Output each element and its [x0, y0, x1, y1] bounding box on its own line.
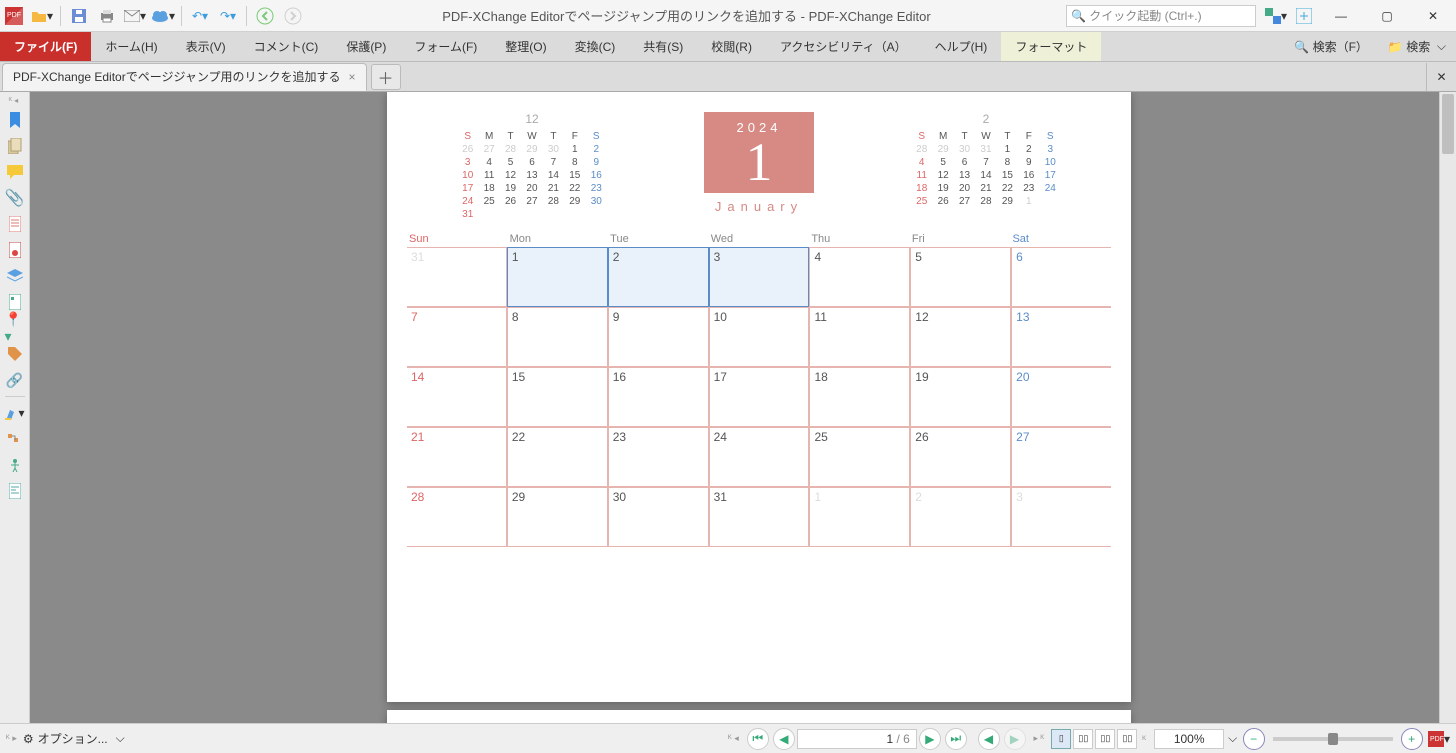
mail-icon[interactable]: ▾ [123, 4, 147, 28]
cert-icon[interactable] [5, 240, 25, 260]
app-icon: PDF [2, 4, 26, 28]
mini-cal-next: 2 SMTWTFS2829303112345678910111213141516… [911, 112, 1061, 221]
view-continuous-button[interactable]: ▯▯ [1073, 729, 1093, 749]
pdf-page-1: 12 SMTWTFS262728293012345678910111213141… [387, 92, 1131, 702]
doc-icon[interactable] [5, 214, 25, 234]
tab-accessibility[interactable]: アクセシビリティ（A） [766, 32, 921, 61]
document-tab-title: PDF-XChange Editorでページジャンプ用のリンクを追加する [13, 68, 341, 85]
tab-format[interactable]: フォーマット [1001, 32, 1101, 61]
search-button[interactable]: 📁 検索 ⌵ [1378, 32, 1456, 61]
print-icon[interactable] [95, 4, 119, 28]
search-page-icon: 🔍 [1294, 40, 1309, 54]
ui-options-icon[interactable] [1292, 4, 1316, 28]
tab-form[interactable]: フォーム(F) [400, 32, 491, 61]
zoom-slider[interactable] [1273, 737, 1393, 741]
nav-fwd-button[interactable]: ▶ [1004, 728, 1026, 750]
tab-file[interactable]: ファイル(F) [0, 32, 91, 61]
side-handle[interactable]: ᴷ◂ [0, 96, 30, 104]
gear-icon: ⚙ [23, 732, 34, 746]
tab-protect[interactable]: 保護(P) [332, 32, 400, 61]
zoom-input[interactable]: 100% [1154, 729, 1224, 749]
zoom-slider-knob[interactable] [1328, 733, 1338, 745]
document-tabs: PDF-XChange Editorでページジャンプ用のリンクを追加する × ＋… [0, 62, 1456, 92]
main-area: ᴷ◂ 📎 📍▾ 🔗 ▾ 12 SMTWTFS262728293012345678… [0, 92, 1456, 723]
pdf-badge-dropdown[interactable]: ▾ [1444, 732, 1450, 746]
title-bar: PDF ▾ ▾ ▾ ↶▾ ↷▾ PDF-XChange Editorでページジャ… [0, 0, 1456, 32]
side-toolbar: ᴷ◂ 📎 📍▾ 🔗 ▾ [0, 92, 30, 723]
vertical-scrollbar[interactable] [1439, 92, 1456, 723]
open-icon[interactable]: ▾ [30, 4, 54, 28]
save-icon[interactable] [67, 4, 91, 28]
properties-icon[interactable] [5, 481, 25, 501]
status-handle[interactable]: ᴷ ▸ [6, 733, 17, 744]
first-page-button[interactable]: ⏮ [747, 728, 769, 750]
accessibility-icon[interactable] [5, 455, 25, 475]
search-f-button[interactable]: 🔍 検索（F） [1284, 32, 1378, 61]
options-button[interactable]: ⚙オプション...⌵ [23, 730, 125, 747]
quick-launch-input[interactable]: 🔍 クイック起動 (Ctrl+.) [1066, 5, 1256, 27]
view-facing-cont-button[interactable]: ▯▯ [1117, 729, 1137, 749]
copy-icon[interactable] [5, 136, 25, 156]
page-input[interactable]: 1 / 6 [797, 729, 917, 749]
view-facing-button[interactable]: ▯▯ [1095, 729, 1115, 749]
prev-page-button[interactable]: ◀ [773, 728, 795, 750]
pin-icon[interactable]: 📍▾ [5, 318, 25, 338]
status-handle-right[interactable]: ▸ ᴷ [1034, 733, 1045, 744]
maximize-button[interactable]: ▢ [1364, 0, 1410, 32]
window-title: PDF-XChange Editorでページジャンプ用のリンクを追加する - P… [307, 6, 1066, 25]
next-page-button[interactable]: ▶ [919, 728, 941, 750]
undo-icon[interactable]: ↶▾ [188, 4, 212, 28]
attachment-icon[interactable]: 📎 [5, 188, 25, 208]
tab-home[interactable]: ホーム(H) [91, 32, 171, 61]
nav-back-icon[interactable] [253, 4, 277, 28]
add-tab-button[interactable]: ＋ [371, 64, 401, 90]
document-tab[interactable]: PDF-XChange Editorでページジャンプ用のリンクを追加する × [2, 63, 367, 91]
tab-comment[interactable]: コメント(C) [240, 32, 333, 61]
bookmark-icon[interactable] [5, 110, 25, 130]
comment-icon[interactable] [5, 162, 25, 182]
view-single-button[interactable]: ▯ [1051, 729, 1071, 749]
redo-icon[interactable]: ↷▾ [216, 4, 240, 28]
cloud-icon[interactable]: ▾ [151, 4, 175, 28]
lang-icon[interactable]: ▾ [1264, 4, 1288, 28]
tab-share[interactable]: 共有(S) [629, 32, 697, 61]
ribbon-tabs: ファイル(F) ホーム(H) 表示(V) コメント(C) 保護(P) フォーム(… [0, 32, 1456, 62]
link-icon[interactable]: 🔗 [5, 370, 25, 390]
zoom-out-button[interactable]: − [1243, 728, 1265, 750]
form-icon[interactable] [5, 292, 25, 312]
pdf-badge-icon[interactable]: PDF [1428, 731, 1444, 747]
tag-icon[interactable] [5, 344, 25, 364]
order-icon[interactable] [5, 429, 25, 449]
svg-text:PDF: PDF [1430, 736, 1444, 743]
zoom-in-button[interactable]: + [1401, 728, 1423, 750]
nav-back-button[interactable]: ◀ [978, 728, 1000, 750]
tab-review[interactable]: 校閲(R) [697, 32, 766, 61]
highlight-icon[interactable]: ▾ [5, 403, 25, 423]
status-sep: ᴷ [1142, 734, 1146, 744]
document-viewer[interactable]: 12 SMTWTFS262728293012345678910111213141… [30, 92, 1456, 723]
close-panel-button[interactable]: ✕ [1426, 63, 1456, 91]
search-icon: 🔍 [1071, 9, 1086, 23]
tab-organize[interactable]: 整理(O) [491, 32, 560, 61]
zoom-dropdown-icon[interactable]: ⌵ [1228, 731, 1237, 746]
tab-help[interactable]: ヘルプ(H) [921, 32, 1002, 61]
pdf-page-2: 1 SMTWTFS3112345678910111213141516171819… [387, 710, 1131, 723]
close-tab-icon[interactable]: × [349, 70, 356, 84]
scrollbar-thumb[interactable] [1442, 94, 1454, 154]
tab-convert[interactable]: 変換(C) [561, 32, 630, 61]
folder-search-icon: 📁 [1388, 40, 1403, 54]
tab-view[interactable]: 表示(V) [172, 32, 240, 61]
last-page-button[interactable]: ⏭ [945, 728, 967, 750]
nav-fwd-icon[interactable] [281, 4, 305, 28]
status-handle-center[interactable]: ᴷ ◂ [728, 733, 739, 744]
minimize-button[interactable]: — [1318, 0, 1364, 32]
layers-icon[interactable] [5, 266, 25, 286]
close-button[interactable]: ✕ [1410, 0, 1456, 32]
month-hero: 2024 1 January [704, 112, 814, 221]
calendar-grid: SunMonTueWedThuFriSat 311234567891011121… [407, 231, 1111, 547]
mini-cal-prev: 12 SMTWTFS262728293012345678910111213141… [457, 112, 607, 221]
status-bar: ᴷ ▸ ⚙オプション...⌵ ᴷ ◂ ⏮ ◀ 1 / 6 ▶ ⏭ ◀ ▶ ▸ ᴷ… [0, 723, 1456, 753]
